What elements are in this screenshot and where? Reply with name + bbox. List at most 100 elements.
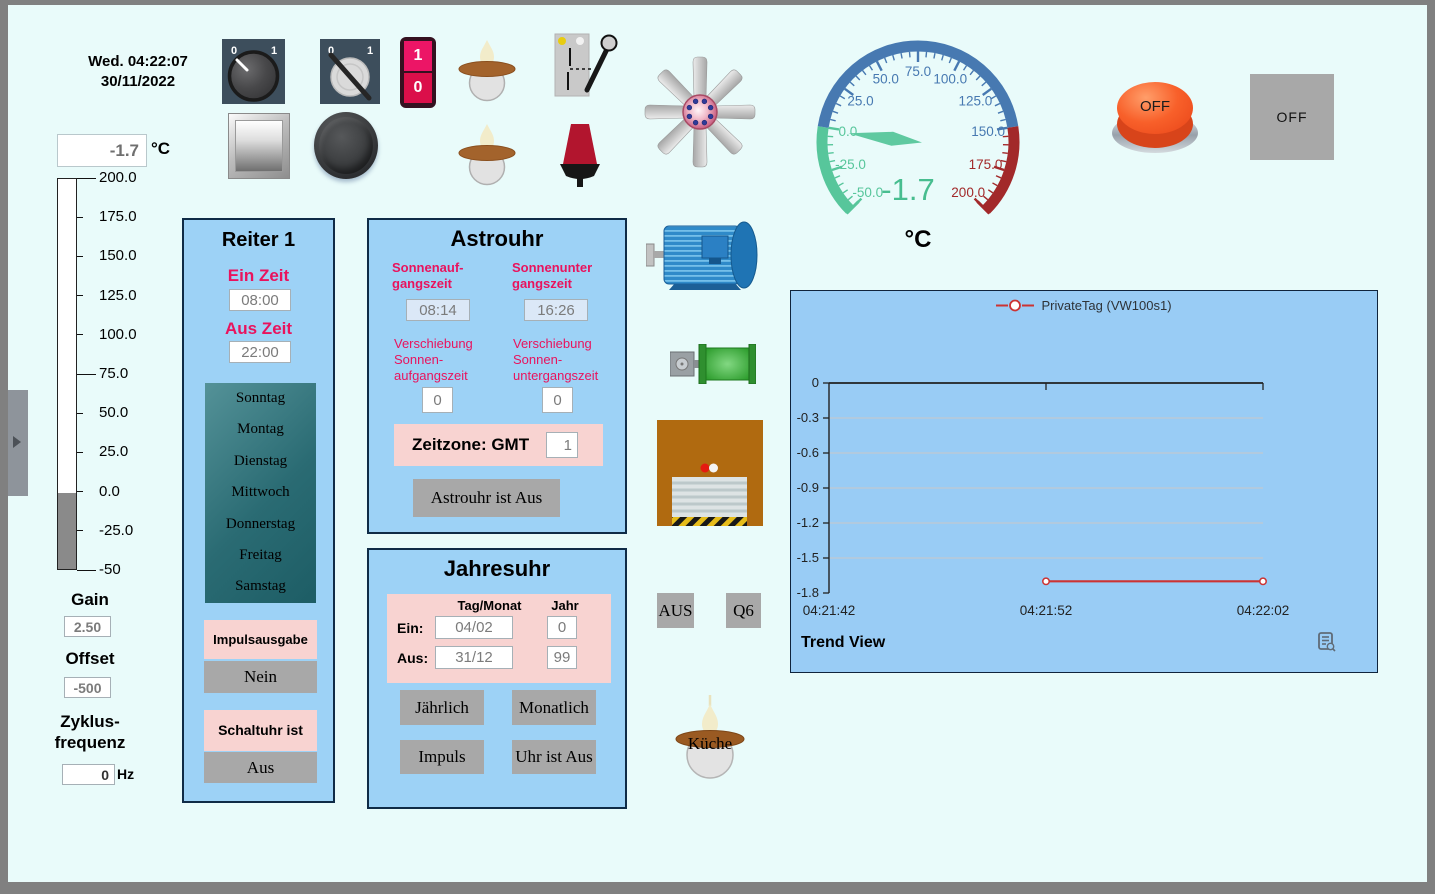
svg-text:-0.6: -0.6 — [797, 445, 819, 460]
signal-lamp-icon — [560, 124, 600, 187]
timezone-input[interactable]: 1 — [546, 432, 578, 458]
schaltuhr-value-button[interactable]: Aus — [204, 752, 317, 783]
off-square-button[interactable]: OFF — [1250, 74, 1334, 160]
bar-meter-tick-label: 0.0 — [99, 482, 120, 500]
jaehrlich-button[interactable]: Jährlich — [400, 690, 484, 725]
bar-meter-track — [57, 178, 77, 570]
weekday-item[interactable]: Donnerstag — [205, 509, 316, 540]
timezone-bar: Zeitzone: GMT 1 — [394, 424, 603, 466]
ein-day-month-input[interactable]: 04/02 — [435, 616, 513, 639]
weekday-item[interactable]: Samstag — [205, 571, 316, 602]
temperature-readout: -1.7 — [57, 134, 147, 167]
jahresuhr-date-box: Tag/Monat Jahr Ein: 04/02 0 Aus: 31/12 9… — [387, 594, 611, 683]
bar-meter-tick-label: 100.0 — [99, 325, 137, 343]
clock-time: Wed. 04:22:07 — [88, 53, 188, 70]
rocker-on-label[interactable]: 1 — [404, 41, 432, 71]
svg-text:50.0: 50.0 — [873, 72, 899, 87]
svg-text:0.0: 0.0 — [838, 124, 857, 139]
lever-one-label: 1 — [367, 45, 373, 57]
aus-day-month-input[interactable]: 31/12 — [435, 646, 513, 669]
q6-device-button[interactable]: Q6 — [726, 593, 761, 628]
bar-meter-tick-label: 50.0 — [99, 404, 129, 422]
rocker-off-label[interactable]: 0 — [404, 73, 432, 103]
astrouhr-status-button[interactable]: Astrouhr ist Aus — [413, 479, 560, 517]
aus-year-input[interactable]: 99 — [547, 646, 577, 669]
ein-row-label: Ein: — [397, 620, 424, 636]
svg-text:125.0: 125.0 — [959, 93, 993, 108]
svg-text:-1.2: -1.2 — [797, 515, 819, 530]
ein-zeit-label: Ein Zeit — [227, 266, 290, 285]
metal-button-icon[interactable] — [228, 113, 290, 179]
arrow-right-icon — [13, 436, 21, 448]
bar-meter-tick-label: 175.0 — [99, 208, 137, 226]
impulsausgabe-value-button[interactable]: Nein — [204, 661, 317, 693]
rotary-a-zero-label: 0 — [231, 45, 237, 57]
svg-text:-25.0: -25.0 — [835, 157, 866, 172]
report-icon[interactable] — [1315, 631, 1337, 653]
aus-device-button[interactable]: AUS — [657, 593, 694, 628]
weekday-item[interactable]: Freitag — [205, 540, 316, 571]
shift-sunrise-label: Verschiebung Sonnen- aufgangszeit — [394, 336, 473, 383]
ein-year-input[interactable]: 0 — [547, 616, 577, 639]
svg-text:04:22:02: 04:22:02 — [1237, 603, 1290, 618]
rotary-switch-a[interactable]: 0 1 — [222, 39, 285, 104]
monatlich-button[interactable]: Monatlich — [512, 690, 596, 725]
lever-switch[interactable]: 0 1 — [320, 39, 380, 104]
gain-label: Gain — [71, 590, 109, 609]
ein-zeit-input[interactable]: 08:00 — [229, 289, 291, 311]
svg-text:100.0: 100.0 — [933, 72, 967, 87]
clock-display: Wed. 04:22:07 30/11/2022 — [48, 52, 228, 92]
sunset-time-input[interactable]: 16:26 — [524, 299, 588, 321]
bar-meter-tick-label: -50 — [99, 561, 121, 578]
valve-icon — [670, 344, 756, 384]
reiter1-title: Reiter 1 — [221, 229, 296, 251]
weekday-item[interactable]: Sonntag — [205, 383, 316, 414]
col-year-header: Jahr — [551, 598, 579, 613]
sunset-label: Sonnenunter gangszeit — [512, 260, 593, 291]
impulsausgabe-label: Impulsausgabe — [204, 620, 317, 659]
svg-text:-50.0: -50.0 — [852, 185, 883, 200]
temperature-unit: °C — [151, 139, 171, 158]
gauge-unit-label: °C — [904, 226, 932, 253]
gain-input[interactable]: 2.50 — [64, 616, 111, 637]
side-panel-tab[interactable] — [8, 390, 28, 496]
svg-text:-1.7: -1.7 — [881, 172, 934, 207]
trend-legend: PrivateTag (VW100s1) — [791, 298, 1377, 313]
sunrise-time-input[interactable]: 08:14 — [406, 299, 470, 321]
trend-panel: 0 -0.3 -0.6 -0.9 -1.2 -1.5 -1.8 04:21:42 04:21:5… — [790, 290, 1378, 673]
bar-meter-tick-label: 200.0 — [99, 169, 137, 186]
weekday-item[interactable]: Montag — [205, 414, 316, 445]
jahresuhr-panel: Jahresuhr Tag/Monat Jahr Ein: 04/02 0 Au… — [367, 548, 627, 809]
svg-text:-1.8: -1.8 — [797, 585, 819, 600]
weekday-item[interactable]: Mittwoch — [205, 477, 316, 508]
uhr-ist-aus-button[interactable]: Uhr ist Aus — [512, 740, 596, 774]
trend-chart: 0 -0.3 -0.6 -0.9 -1.2 -1.5 -1.8 04:21:42 04:21:5… — [797, 375, 1290, 618]
trend-legend-label: PrivateTag (VW100s1) — [1041, 298, 1172, 313]
svg-text:0: 0 — [812, 375, 819, 390]
trend-view-title: Trend View — [801, 634, 886, 651]
bar-meter-tick-label: 150.0 — [99, 247, 137, 265]
offset-label: Offset — [65, 649, 115, 668]
off-button-label: OFF — [1140, 98, 1170, 115]
off-push-button[interactable]: OFF — [1112, 82, 1198, 154]
clock-date: 30/11/2022 — [100, 73, 176, 90]
cycle-frequency-input[interactable]: 0 — [62, 764, 115, 785]
bar-meter-tick-label: -25.0 — [99, 521, 134, 539]
temperature-gauge: -50.0 -25.0 0.0 25.050.0 75.0100.0 125.0 150.0… — [816, 40, 1020, 215]
shift-sunrise-input[interactable]: 0 — [422, 387, 453, 413]
svg-text:04:21:52: 04:21:52 — [1020, 603, 1073, 618]
kueche-lamp: Küche — [674, 692, 746, 788]
rocker-switch[interactable]: 1 0 — [400, 37, 436, 108]
weekday-item[interactable]: Dienstag — [205, 446, 316, 477]
offset-input[interactable]: -500 — [64, 677, 111, 698]
knife-switch-icon[interactable] — [551, 28, 623, 104]
aus-zeit-input[interactable]: 22:00 — [229, 341, 291, 363]
cycle-frequency-label: Zyklus- frequenz — [54, 712, 126, 752]
fan-icon — [644, 56, 756, 168]
shift-sunset-input[interactable]: 0 — [542, 387, 573, 413]
cycle-frequency-unit: Hz — [117, 766, 135, 782]
impuls-button[interactable]: Impuls — [400, 740, 484, 774]
bar-meter-fill — [58, 493, 76, 569]
round-button-icon[interactable] — [314, 112, 378, 179]
temperature-bar-meter: 200.0 175.0 150.0 125.0 100.0 75.0 50.0 25.0 0.0… — [57, 169, 187, 578]
